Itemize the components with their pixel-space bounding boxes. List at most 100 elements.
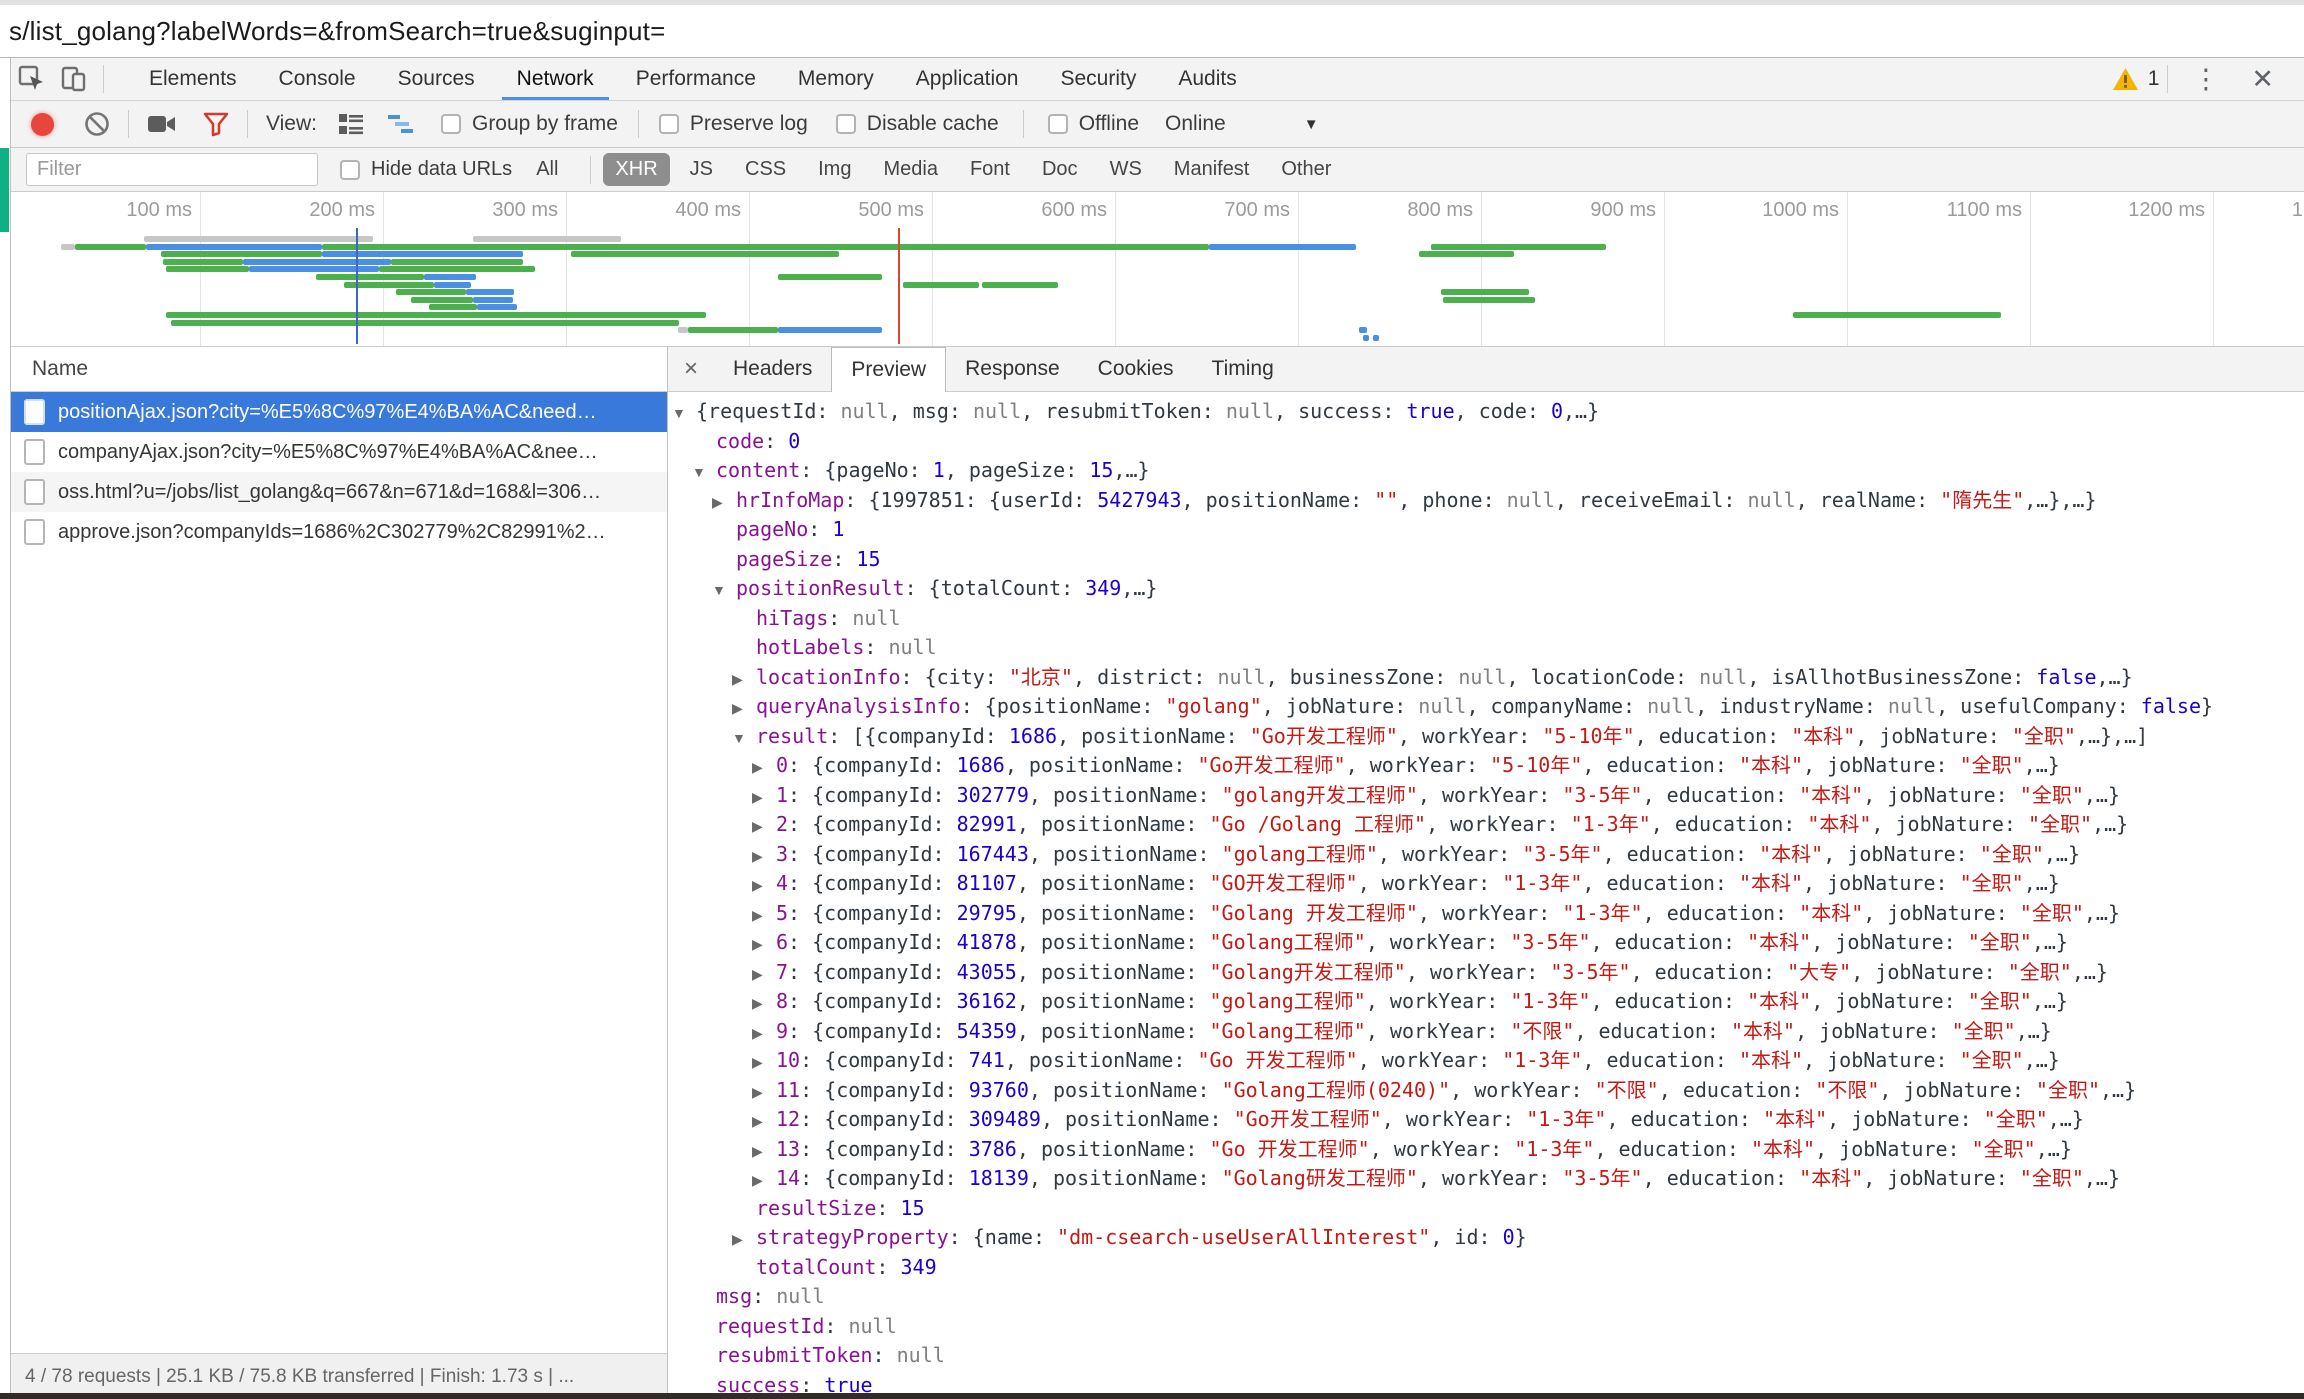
json-tree-line[interactable]: ▶locationInfo: {city: "北京", district: nu… bbox=[668, 663, 2304, 693]
tab-application[interactable]: Application bbox=[895, 58, 1040, 100]
collapsed-arrow-icon[interactable]: ▶ bbox=[732, 665, 756, 693]
json-tree-line[interactable]: ▶3: {companyId: 167443, positionName: "g… bbox=[668, 840, 2304, 870]
collapsed-arrow-icon[interactable]: ▶ bbox=[752, 753, 776, 781]
offline-checkbox[interactable]: Offline bbox=[1048, 112, 1139, 136]
expanded-arrow-icon[interactable]: ▼ bbox=[692, 458, 716, 486]
checkbox[interactable] bbox=[659, 114, 679, 134]
json-tree-line[interactable]: ▶11: {companyId: 93760, positionName: "G… bbox=[668, 1076, 2304, 1106]
close-detail-icon[interactable]: × bbox=[668, 347, 714, 391]
filter-type-ws[interactable]: WS bbox=[1098, 153, 1154, 186]
json-tree-line[interactable]: ▶10: {companyId: 741, positionName: "Go … bbox=[668, 1046, 2304, 1076]
group-by-frame-checkbox[interactable]: Group by frame bbox=[441, 112, 618, 136]
filter-type-all[interactable]: All bbox=[524, 153, 570, 186]
collapsed-arrow-icon[interactable]: ▶ bbox=[752, 930, 776, 958]
filter-type-css[interactable]: CSS bbox=[733, 153, 798, 186]
collapsed-arrow-icon[interactable]: ▶ bbox=[752, 1048, 776, 1076]
json-tree-line[interactable]: ▶0: {companyId: 1686, positionName: "Go开… bbox=[668, 751, 2304, 781]
name-column-header[interactable]: Name bbox=[11, 347, 667, 392]
device-toolbar-icon[interactable] bbox=[53, 58, 95, 100]
expanded-arrow-icon[interactable]: ▼ bbox=[732, 724, 756, 752]
tab-performance[interactable]: Performance bbox=[615, 58, 777, 100]
collapsed-arrow-icon[interactable]: ▶ bbox=[752, 1137, 776, 1165]
collapsed-arrow-icon[interactable]: ▶ bbox=[732, 1225, 756, 1253]
expanded-arrow-icon[interactable]: ▼ bbox=[672, 399, 696, 427]
inspect-element-icon[interactable] bbox=[11, 58, 53, 100]
collapsed-arrow-icon[interactable]: ▶ bbox=[752, 871, 776, 899]
tab-security[interactable]: Security bbox=[1039, 58, 1157, 100]
list-view-icon[interactable] bbox=[337, 112, 365, 136]
json-tree-line[interactable]: ▼{requestId: null, msg: null, resubmitTo… bbox=[668, 397, 2304, 427]
checkbox[interactable] bbox=[340, 160, 360, 180]
timeline-overview[interactable]: 1 100 ms200 ms300 ms400 ms500 ms600 ms70… bbox=[11, 192, 2304, 347]
detail-tab-timing[interactable]: Timing bbox=[1193, 347, 1293, 391]
preserve-log-checkbox[interactable]: Preserve log bbox=[659, 112, 808, 136]
json-tree-line[interactable]: ▶8: {companyId: 36162, positionName: "go… bbox=[668, 987, 2304, 1017]
json-tree-line[interactable]: ▶2: {companyId: 82991, positionName: "Go… bbox=[668, 810, 2304, 840]
waterfall-view-icon[interactable] bbox=[387, 112, 417, 136]
clear-icon[interactable] bbox=[84, 111, 110, 137]
request-row[interactable]: positionAjax.json?city=%E5%8C%97%E4%BA%A… bbox=[11, 392, 667, 432]
filter-type-img[interactable]: Img bbox=[806, 153, 863, 186]
request-row[interactable]: approve.json?companyIds=1686%2C302779%2C… bbox=[11, 512, 667, 552]
expanded-arrow-icon[interactable]: ▼ bbox=[712, 576, 736, 604]
collapsed-arrow-icon[interactable]: ▶ bbox=[752, 1019, 776, 1047]
request-row[interactable]: oss.html?u=/jobs/list_golang&q=667&n=671… bbox=[11, 472, 667, 512]
request-row[interactable]: companyAjax.json?city=%E5%8C%97%E4%BA%AC… bbox=[11, 432, 667, 472]
collapsed-arrow-icon[interactable]: ▶ bbox=[752, 842, 776, 870]
filter-type-media[interactable]: Media bbox=[871, 153, 949, 186]
warning-badge[interactable]: 1 bbox=[2112, 67, 2160, 91]
checkbox[interactable] bbox=[441, 114, 461, 134]
checkbox[interactable] bbox=[1048, 114, 1068, 134]
collapsed-arrow-icon[interactable]: ▶ bbox=[752, 1078, 776, 1106]
collapsed-arrow-icon[interactable]: ▶ bbox=[752, 960, 776, 988]
json-tree-line[interactable]: ▼positionResult: {totalCount: 349,…} bbox=[668, 574, 2304, 604]
checkbox[interactable] bbox=[836, 114, 856, 134]
json-tree-line[interactable]: ▼content: {pageNo: 1, pageSize: 15,…} bbox=[668, 456, 2304, 486]
filter-type-other[interactable]: Other bbox=[1269, 153, 1343, 186]
filter-input[interactable] bbox=[26, 153, 318, 186]
detail-tab-headers[interactable]: Headers bbox=[714, 347, 831, 391]
tab-audits[interactable]: Audits bbox=[1157, 58, 1257, 100]
close-devtools-icon[interactable]: ✕ bbox=[2235, 64, 2290, 95]
filter-type-font[interactable]: Font bbox=[958, 153, 1022, 186]
overflow-menu-icon[interactable]: ⋮ bbox=[2176, 64, 2235, 95]
json-tree-line[interactable]: ▶7: {companyId: 43055, positionName: "Go… bbox=[668, 958, 2304, 988]
filter-type-js[interactable]: JS bbox=[678, 153, 725, 186]
screenshot-camera-icon[interactable] bbox=[147, 113, 177, 135]
tab-elements[interactable]: Elements bbox=[128, 58, 258, 100]
filter-type-xhr[interactable]: XHR bbox=[603, 153, 669, 186]
json-tree-line[interactable]: ▶strategyProperty: {name: "dm-csearch-us… bbox=[668, 1223, 2304, 1253]
tab-network[interactable]: Network bbox=[496, 58, 615, 100]
json-tree-line[interactable]: ▶14: {companyId: 18139, positionName: "G… bbox=[668, 1164, 2304, 1194]
collapsed-arrow-icon[interactable]: ▶ bbox=[752, 812, 776, 840]
detail-tab-preview[interactable]: Preview bbox=[831, 347, 946, 392]
json-tree-line[interactable]: ▶4: {companyId: 81107, positionName: "GO… bbox=[668, 869, 2304, 899]
collapsed-arrow-icon[interactable]: ▶ bbox=[752, 783, 776, 811]
json-tree-line[interactable]: ▶hrInfoMap: {1997851: {userId: 5427943, … bbox=[668, 486, 2304, 516]
collapsed-arrow-icon[interactable]: ▶ bbox=[732, 694, 756, 722]
collapsed-arrow-icon[interactable]: ▶ bbox=[712, 488, 736, 516]
record-button[interactable] bbox=[31, 113, 54, 136]
json-tree-line[interactable]: ▶1: {companyId: 302779, positionName: "g… bbox=[668, 781, 2304, 811]
collapsed-arrow-icon[interactable]: ▶ bbox=[752, 1166, 776, 1194]
json-tree-line[interactable]: ▶9: {companyId: 54359, positionName: "Go… bbox=[668, 1017, 2304, 1047]
json-tree-line[interactable]: ▶6: {companyId: 41878, positionName: "Go… bbox=[668, 928, 2304, 958]
browser-url-bar[interactable]: s/list_golang?labelWords=&fromSearch=tru… bbox=[0, 0, 2304, 58]
collapsed-arrow-icon[interactable]: ▶ bbox=[752, 989, 776, 1017]
chevron-down-icon[interactable]: ▼ bbox=[1304, 116, 1319, 133]
json-tree-line[interactable]: ▶13: {companyId: 3786, positionName: "Go… bbox=[668, 1135, 2304, 1165]
tab-console[interactable]: Console bbox=[258, 58, 377, 100]
collapsed-arrow-icon[interactable]: ▶ bbox=[752, 1107, 776, 1135]
throttling-select[interactable]: Online bbox=[1165, 112, 1226, 136]
filter-funnel-icon[interactable] bbox=[203, 112, 229, 137]
detail-tab-cookies[interactable]: Cookies bbox=[1079, 347, 1193, 391]
json-tree-line[interactable]: ▶12: {companyId: 309489, positionName: "… bbox=[668, 1105, 2304, 1135]
filter-type-doc[interactable]: Doc bbox=[1030, 153, 1090, 186]
collapsed-arrow-icon[interactable]: ▶ bbox=[752, 901, 776, 929]
filter-type-manifest[interactable]: Manifest bbox=[1162, 153, 1262, 186]
tab-memory[interactable]: Memory bbox=[777, 58, 895, 100]
hide-data-urls-checkbox[interactable]: Hide data URLs bbox=[340, 158, 512, 181]
json-tree-line[interactable]: ▼result: [{companyId: 1686, positionName… bbox=[668, 722, 2304, 752]
disable-cache-checkbox[interactable]: Disable cache bbox=[836, 112, 999, 136]
json-tree-line[interactable]: ▶queryAnalysisInfo: {positionName: "gola… bbox=[668, 692, 2304, 722]
